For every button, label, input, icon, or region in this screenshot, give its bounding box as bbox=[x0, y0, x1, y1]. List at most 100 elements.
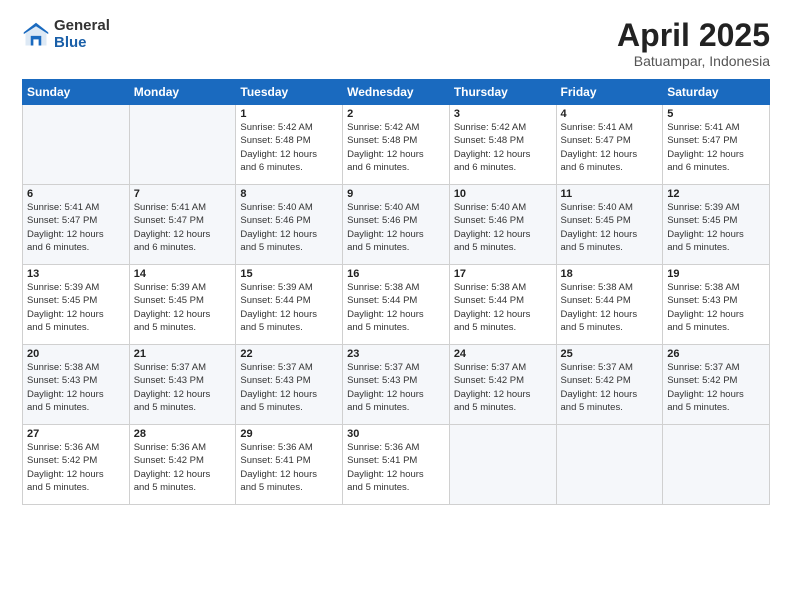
day-number: 25 bbox=[561, 348, 659, 360]
day-number: 19 bbox=[667, 268, 765, 280]
day-info: Sunrise: 5:41 AMSunset: 5:47 PMDaylight:… bbox=[134, 201, 232, 254]
calendar-cell bbox=[556, 425, 663, 505]
day-info: Sunrise: 5:42 AMSunset: 5:48 PMDaylight:… bbox=[347, 121, 445, 174]
day-number: 14 bbox=[134, 268, 232, 280]
day-number: 20 bbox=[27, 348, 125, 360]
calendar-cell bbox=[449, 425, 556, 505]
calendar-cell: 25Sunrise: 5:37 AMSunset: 5:42 PMDayligh… bbox=[556, 345, 663, 425]
calendar-cell: 15Sunrise: 5:39 AMSunset: 5:44 PMDayligh… bbox=[236, 265, 343, 345]
day-number: 26 bbox=[667, 348, 765, 360]
day-info: Sunrise: 5:38 AMSunset: 5:44 PMDaylight:… bbox=[561, 281, 659, 334]
day-number: 29 bbox=[240, 428, 338, 440]
calendar-cell: 1Sunrise: 5:42 AMSunset: 5:48 PMDaylight… bbox=[236, 105, 343, 185]
day-info: Sunrise: 5:41 AMSunset: 5:47 PMDaylight:… bbox=[561, 121, 659, 174]
calendar-header: Sunday Monday Tuesday Wednesday Thursday… bbox=[23, 80, 770, 105]
calendar-cell: 30Sunrise: 5:36 AMSunset: 5:41 PMDayligh… bbox=[343, 425, 450, 505]
calendar-cell: 28Sunrise: 5:36 AMSunset: 5:42 PMDayligh… bbox=[129, 425, 236, 505]
logo-blue: Blue bbox=[54, 35, 110, 52]
day-number: 6 bbox=[27, 188, 125, 200]
logo: General Blue bbox=[22, 18, 110, 51]
day-info: Sunrise: 5:36 AMSunset: 5:41 PMDaylight:… bbox=[347, 441, 445, 494]
day-number: 8 bbox=[240, 188, 338, 200]
day-number: 11 bbox=[561, 188, 659, 200]
day-info: Sunrise: 5:39 AMSunset: 5:45 PMDaylight:… bbox=[27, 281, 125, 334]
day-number: 28 bbox=[134, 428, 232, 440]
day-number: 17 bbox=[454, 268, 552, 280]
calendar-cell bbox=[129, 105, 236, 185]
location: Batuampar, Indonesia bbox=[617, 53, 770, 69]
calendar-cell: 22Sunrise: 5:37 AMSunset: 5:43 PMDayligh… bbox=[236, 345, 343, 425]
calendar-cell: 3Sunrise: 5:42 AMSunset: 5:48 PMDaylight… bbox=[449, 105, 556, 185]
col-sunday: Sunday bbox=[23, 80, 130, 105]
col-monday: Monday bbox=[129, 80, 236, 105]
day-info: Sunrise: 5:37 AMSunset: 5:42 PMDaylight:… bbox=[667, 361, 765, 414]
weekday-row: Sunday Monday Tuesday Wednesday Thursday… bbox=[23, 80, 770, 105]
day-number: 7 bbox=[134, 188, 232, 200]
calendar-week-4: 20Sunrise: 5:38 AMSunset: 5:43 PMDayligh… bbox=[23, 345, 770, 425]
calendar-cell: 24Sunrise: 5:37 AMSunset: 5:42 PMDayligh… bbox=[449, 345, 556, 425]
day-number: 30 bbox=[347, 428, 445, 440]
calendar-cell bbox=[23, 105, 130, 185]
day-info: Sunrise: 5:41 AMSunset: 5:47 PMDaylight:… bbox=[667, 121, 765, 174]
day-number: 1 bbox=[240, 108, 338, 120]
calendar-cell: 7Sunrise: 5:41 AMSunset: 5:47 PMDaylight… bbox=[129, 185, 236, 265]
day-info: Sunrise: 5:40 AMSunset: 5:46 PMDaylight:… bbox=[240, 201, 338, 254]
logo-icon bbox=[22, 21, 50, 49]
calendar-cell: 12Sunrise: 5:39 AMSunset: 5:45 PMDayligh… bbox=[663, 185, 770, 265]
day-number: 2 bbox=[347, 108, 445, 120]
calendar-table: Sunday Monday Tuesday Wednesday Thursday… bbox=[22, 79, 770, 505]
day-info: Sunrise: 5:40 AMSunset: 5:46 PMDaylight:… bbox=[454, 201, 552, 254]
calendar-week-2: 6Sunrise: 5:41 AMSunset: 5:47 PMDaylight… bbox=[23, 185, 770, 265]
day-info: Sunrise: 5:39 AMSunset: 5:44 PMDaylight:… bbox=[240, 281, 338, 334]
calendar-cell: 10Sunrise: 5:40 AMSunset: 5:46 PMDayligh… bbox=[449, 185, 556, 265]
day-info: Sunrise: 5:41 AMSunset: 5:47 PMDaylight:… bbox=[27, 201, 125, 254]
day-number: 23 bbox=[347, 348, 445, 360]
day-info: Sunrise: 5:36 AMSunset: 5:42 PMDaylight:… bbox=[27, 441, 125, 494]
day-number: 13 bbox=[27, 268, 125, 280]
calendar-cell bbox=[663, 425, 770, 505]
calendar-cell: 6Sunrise: 5:41 AMSunset: 5:47 PMDaylight… bbox=[23, 185, 130, 265]
day-number: 4 bbox=[561, 108, 659, 120]
calendar-cell: 21Sunrise: 5:37 AMSunset: 5:43 PMDayligh… bbox=[129, 345, 236, 425]
calendar-cell: 17Sunrise: 5:38 AMSunset: 5:44 PMDayligh… bbox=[449, 265, 556, 345]
calendar-cell: 14Sunrise: 5:39 AMSunset: 5:45 PMDayligh… bbox=[129, 265, 236, 345]
col-saturday: Saturday bbox=[663, 80, 770, 105]
title-block: April 2025 Batuampar, Indonesia bbox=[617, 18, 770, 69]
calendar-cell: 9Sunrise: 5:40 AMSunset: 5:46 PMDaylight… bbox=[343, 185, 450, 265]
day-info: Sunrise: 5:38 AMSunset: 5:44 PMDaylight:… bbox=[454, 281, 552, 334]
day-number: 9 bbox=[347, 188, 445, 200]
day-info: Sunrise: 5:37 AMSunset: 5:43 PMDaylight:… bbox=[134, 361, 232, 414]
day-info: Sunrise: 5:36 AMSunset: 5:41 PMDaylight:… bbox=[240, 441, 338, 494]
month-title: April 2025 bbox=[617, 18, 770, 53]
day-number: 27 bbox=[27, 428, 125, 440]
col-thursday: Thursday bbox=[449, 80, 556, 105]
day-info: Sunrise: 5:37 AMSunset: 5:43 PMDaylight:… bbox=[347, 361, 445, 414]
col-wednesday: Wednesday bbox=[343, 80, 450, 105]
calendar-week-1: 1 Sunrise: 5:42 AMSunset: 5:48 PMDaylight… bbox=[23, 105, 770, 185]
calendar-body: 1 Sunrise: 5:42 AMSunset: 5:48 PMDaylight… bbox=[23, 105, 770, 505]
day-info: Sunrise: 5:39 AMSunset: 5:45 PMDaylight:… bbox=[134, 281, 232, 334]
col-tuesday: Tuesday bbox=[236, 80, 343, 105]
col-friday: Friday bbox=[556, 80, 663, 105]
day-number: 12 bbox=[667, 188, 765, 200]
day-number: 24 bbox=[454, 348, 552, 360]
day-info: Sunrise: 5:38 AMSunset: 5:43 PMDaylight:… bbox=[27, 361, 125, 414]
calendar-cell: 20Sunrise: 5:38 AMSunset: 5:43 PMDayligh… bbox=[23, 345, 130, 425]
logo-general: General bbox=[54, 18, 110, 35]
logo-text: General Blue bbox=[54, 18, 110, 51]
calendar-cell: 4Sunrise: 5:41 AMSunset: 5:47 PMDaylight… bbox=[556, 105, 663, 185]
day-info: Sunrise: 5:37 AMSunset: 5:42 PMDaylight:… bbox=[561, 361, 659, 414]
calendar-week-5: 27Sunrise: 5:36 AMSunset: 5:42 PMDayligh… bbox=[23, 425, 770, 505]
day-info: Sunrise: 5:37 AMSunset: 5:43 PMDaylight:… bbox=[240, 361, 338, 414]
day-number: 5 bbox=[667, 108, 765, 120]
day-info: Sunrise: 5:42 AMSunset: 5:48 PMDaylight:… bbox=[454, 121, 552, 174]
day-number: 16 bbox=[347, 268, 445, 280]
day-info: Sunrise: 5:38 AMSunset: 5:43 PMDaylight:… bbox=[667, 281, 765, 334]
page: General Blue April 2025 Batuampar, Indon… bbox=[0, 0, 792, 612]
calendar-cell: 2Sunrise: 5:42 AMSunset: 5:48 PMDaylight… bbox=[343, 105, 450, 185]
day-info: Sunrise: 5:40 AMSunset: 5:46 PMDaylight:… bbox=[347, 201, 445, 254]
day-number: 15 bbox=[240, 268, 338, 280]
calendar-cell: 19Sunrise: 5:38 AMSunset: 5:43 PMDayligh… bbox=[663, 265, 770, 345]
header: General Blue April 2025 Batuampar, Indon… bbox=[22, 18, 770, 69]
calendar-cell: 8Sunrise: 5:40 AMSunset: 5:46 PMDaylight… bbox=[236, 185, 343, 265]
